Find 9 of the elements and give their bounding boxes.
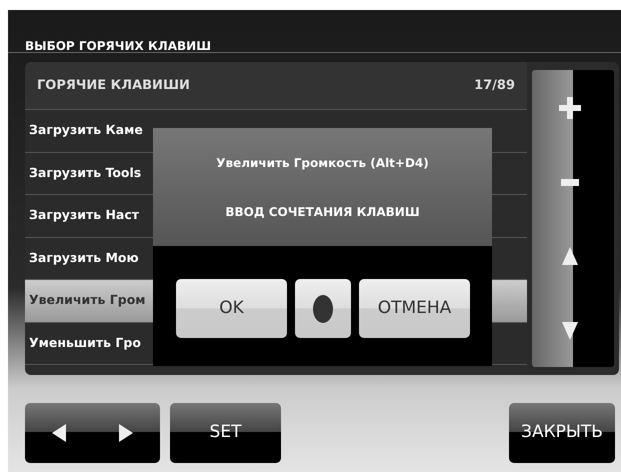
set-button[interactable]: SET xyxy=(170,403,281,463)
dialog-prompt: ВВОД СОЧЕТАНИЯ КЛАВИШ xyxy=(225,204,420,220)
close-button[interactable]: ЗАКРЫТЬ xyxy=(509,403,615,463)
list-heading: ГОРЯЧИЕ КЛАВИШИ xyxy=(37,76,190,95)
ok-button[interactable]: OK xyxy=(176,279,287,338)
cancel-button[interactable]: ОТМЕНА xyxy=(359,279,470,338)
screen-title: ВЫБОР ГОРЯЧИХ КЛАВИШ xyxy=(25,39,212,53)
dialog-title: Увеличить Громкость (Alt+D4) xyxy=(216,154,429,172)
item-counter: 17/89 xyxy=(474,76,515,95)
